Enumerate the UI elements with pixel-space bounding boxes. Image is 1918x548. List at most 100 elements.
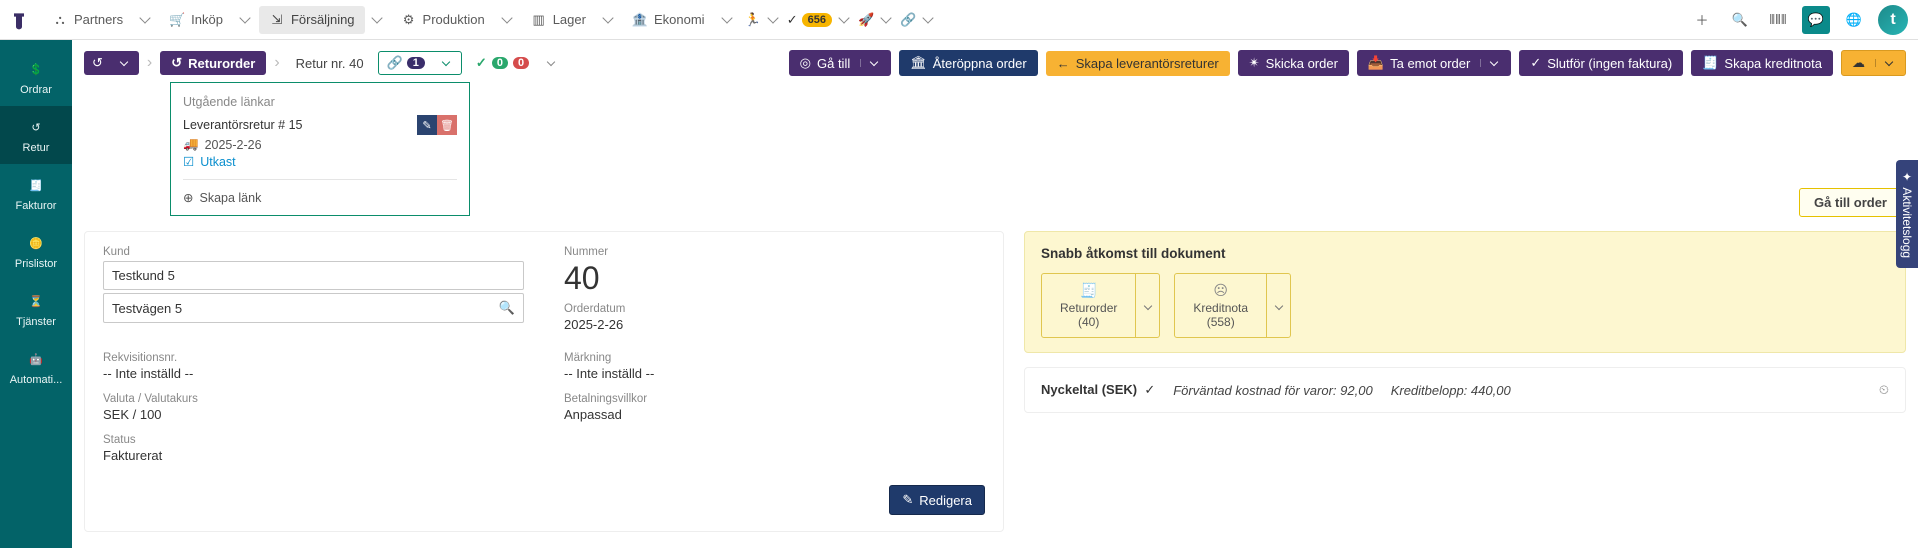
action-bar: ↺ › ↺ Returorder › Retur nr. 40 🔗 1 ✓ (72, 40, 1918, 82)
nav-item-inkop[interactable]: 🛒 Inköp (159, 6, 233, 34)
nav-caret[interactable] (881, 12, 892, 23)
status-chip[interactable]: ✓ 0 0 (468, 52, 566, 74)
nav-item-produktion[interactable]: ⚙ Produktion (391, 6, 495, 34)
customer-address-value: Testvägen 5 (112, 301, 182, 316)
link-icon[interactable]: 🔗 (900, 12, 916, 28)
link-entry-title[interactable]: Leverantörsretur # 15 (183, 118, 303, 132)
draft-icon: ☑ (183, 154, 194, 169)
nav-item-partners[interactable]: ⛬ Partners (42, 6, 133, 34)
kpi-cost: Förväntad kostnad för varor: 92,00 (1173, 383, 1372, 398)
chat-button[interactable]: 💬 (1802, 6, 1830, 34)
edit-label: Redigera (919, 493, 972, 508)
create-link-label: Skapa länk (199, 191, 261, 205)
sidebar-label: Fakturor (16, 200, 57, 212)
sidebar-item-prislistor[interactable]: 🪙 Prislistor (0, 222, 72, 280)
history-icon: ↺ (92, 55, 103, 71)
nav-caret[interactable] (767, 12, 778, 23)
send-order-button[interactable]: ✴ Skicka order (1238, 50, 1349, 76)
sidebar-item-fakturor[interactable]: 🧾 Fakturor (0, 164, 72, 222)
search-icon[interactable]: 🔍 (499, 300, 515, 316)
nav-caret[interactable] (721, 12, 732, 23)
rocket-icon[interactable]: 🚀 (858, 12, 874, 28)
reopen-order-button[interactable]: 🏛 Återöppna order (899, 50, 1037, 76)
cloud-button[interactable]: ☁ (1841, 50, 1906, 76)
check-icon: ✓ (1530, 55, 1541, 71)
top-navbar: ⛬ Partners 🛒 Inköp ⇲ Försäljning ⚙ Produ… (0, 0, 1918, 40)
sidebar-item-automation[interactable]: 🤖 Automati... (0, 338, 72, 396)
field-label-orderdatum: Orderdatum (564, 303, 985, 315)
field-label-valuta: Valuta / Valutakurs (103, 393, 524, 405)
goto-order-button[interactable]: Gå till order (1799, 188, 1902, 217)
invoice-icon: 🧾 (25, 174, 47, 196)
nav-caret[interactable] (602, 12, 613, 23)
crumb-returorder[interactable]: ↺ Returorder (160, 51, 266, 75)
run-icon[interactable]: 🏃 (745, 12, 761, 28)
nav-caret[interactable] (838, 12, 849, 23)
sidebar-item-ordrar[interactable]: 💲 Ordrar (0, 48, 72, 106)
add-button[interactable]: ＋ (1688, 6, 1716, 34)
field-label-nummer: Nummer (564, 246, 985, 258)
edit-link-button[interactable]: ✎ (417, 115, 437, 135)
doc-card-main[interactable]: ☹ Kreditnota (558) (1175, 274, 1266, 337)
betal-value: Anpassad (564, 407, 985, 422)
doc-card-dropdown[interactable] (1266, 274, 1290, 337)
field-label-betal: Betalningsvillkor (564, 393, 985, 405)
barcode-button[interactable]: ⦀⦀⦀ (1764, 6, 1792, 34)
kpi-label: Nyckeltal (SEK) (1041, 382, 1137, 397)
activity-log-label: Aktivitetslogg (1900, 187, 1914, 258)
partners-icon: ⛬ (52, 12, 68, 28)
dropdown-toggle[interactable] (1480, 59, 1500, 67)
nav-caret[interactable] (139, 12, 150, 23)
check-icon: ✓ (787, 12, 798, 28)
create-creditnote-button[interactable]: 🧾 Skapa kreditnota (1691, 50, 1833, 76)
create-link-button[interactable]: ⊕ Skapa länk (183, 179, 457, 205)
target-icon: ◎ (800, 55, 811, 71)
status-value: Fakturerat (103, 448, 985, 463)
customer-address-input[interactable]: Testvägen 5 🔍 (103, 293, 524, 323)
return-icon: ↺ (171, 55, 182, 71)
app-logo[interactable] (10, 6, 30, 34)
nav-item-forsaljning[interactable]: ⇲ Försäljning (259, 6, 365, 34)
search-button[interactable]: 🔍 (1726, 6, 1754, 34)
globe-button[interactable]: 🌐 (1840, 6, 1868, 34)
dropdown-toggle[interactable] (860, 59, 880, 67)
doc-card-dropdown[interactable] (1135, 274, 1159, 337)
doc-sub: (558) (1193, 315, 1248, 329)
btn-label: Återöppna order (933, 56, 1027, 71)
dropdown-toggle[interactable] (1875, 59, 1895, 67)
plus-circle-icon: ⊕ (183, 190, 193, 205)
history-button[interactable]: ↺ (84, 51, 139, 75)
sidebar-label: Ordrar (20, 84, 52, 96)
finish-no-invoice-button[interactable]: ✓ Slutför (ingen faktura) (1519, 50, 1683, 76)
btn-label: Skicka order (1266, 56, 1338, 71)
action-bar-right: ◎ Gå till 🏛 Återöppna order ← Skapa leve… (789, 50, 1906, 76)
delete-link-button[interactable]: 🗑 (437, 115, 457, 135)
sidebar-item-tjanster[interactable]: ⏳ Tjänster (0, 280, 72, 338)
customer-name-input[interactable]: Testkund 5 (103, 261, 524, 290)
nav-caret[interactable] (923, 12, 934, 23)
nav-caret[interactable] (239, 12, 250, 23)
doc-card-main[interactable]: 🧾 Returorder (40) (1042, 274, 1135, 337)
receive-order-button[interactable]: 📥 Ta emot order (1357, 50, 1511, 76)
badge-count: 656 (802, 13, 832, 27)
goto-button[interactable]: ◎ Gå till (789, 50, 892, 76)
nav-caret[interactable] (371, 12, 382, 23)
creditnote-icon: 🧾 (1702, 55, 1718, 71)
nav-item-ekonomi[interactable]: 🏦 Ekonomi (622, 6, 715, 34)
links-chip[interactable]: 🔗 1 (378, 51, 462, 75)
activity-log-tab[interactable]: ✦ Aktivitetslogg (1896, 160, 1918, 268)
cloud-icon: ☁ (1852, 55, 1865, 71)
nav-label: Partners (74, 12, 123, 27)
order-number: 40 (564, 260, 985, 297)
user-avatar[interactable]: t (1878, 5, 1908, 35)
gauge-icon[interactable]: ⏲ (1879, 382, 1889, 398)
sidebar-item-retur[interactable]: ↺ Retur (0, 106, 72, 164)
edit-button[interactable]: ✎ Redigera (889, 485, 985, 515)
nav-caret[interactable] (501, 12, 512, 23)
create-supplier-return-button[interactable]: ← Skapa leverantörsreturer (1046, 51, 1230, 76)
nav-item-lager[interactable]: ▥ Lager (521, 6, 596, 34)
link-entry-status[interactable]: Utkast (200, 155, 235, 169)
mark-value: -- Inte inställd -- (564, 366, 985, 381)
check-badge[interactable]: ✓ 656 (787, 12, 832, 28)
warehouse-icon: ▥ (531, 12, 547, 28)
